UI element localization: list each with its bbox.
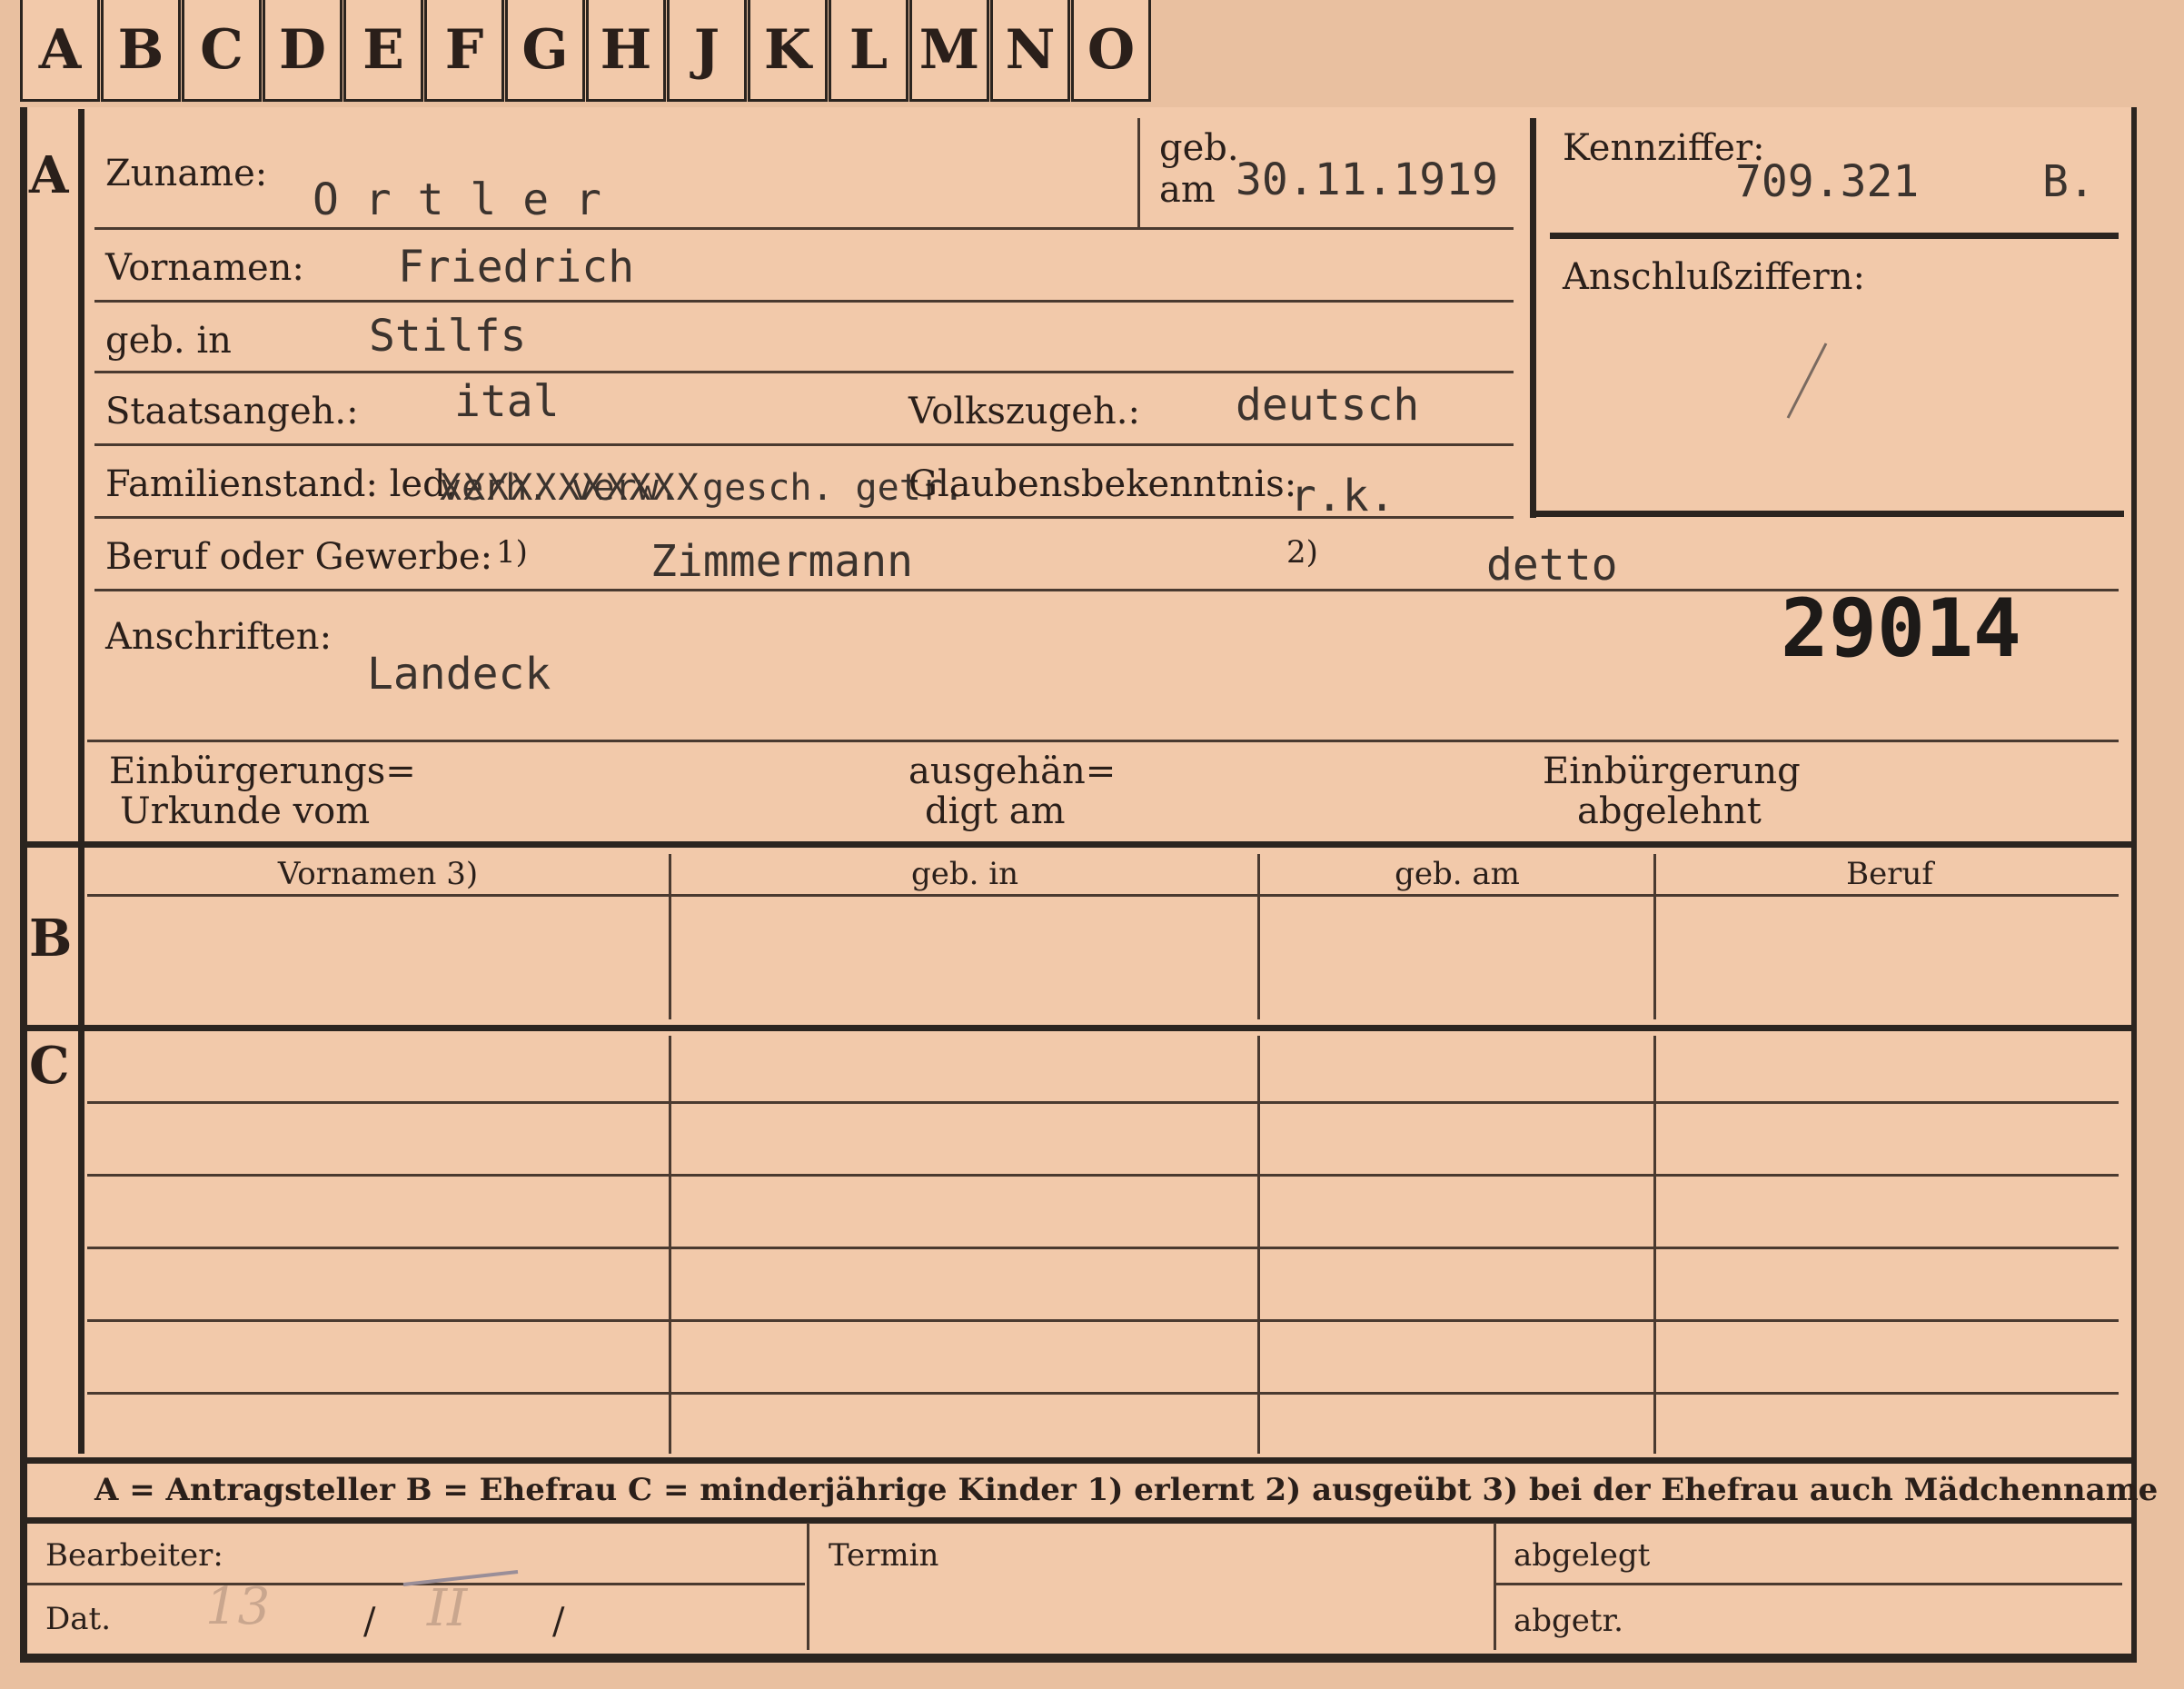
beruf-label: Beruf oder Gewerbe:	[105, 536, 493, 578]
einbuergerung-abgelehnt-label-1: Einbürgerung	[1543, 750, 1801, 792]
volkszugehoerigkeit-label: Volkszugeh.:	[908, 391, 1140, 432]
dat-label: Dat.	[45, 1601, 112, 1637]
row-line	[94, 516, 1514, 519]
tab-c: C	[182, 0, 262, 102]
tab-e: E	[343, 0, 423, 102]
kennziffer-box-bottom	[1530, 511, 2124, 517]
strikeout-x: XXXXXXXXXXX	[440, 467, 700, 509]
pencil-underline-icon	[402, 1570, 519, 1586]
bearbeiter-label: Bearbeiter:	[45, 1537, 223, 1574]
row-line	[94, 227, 1514, 230]
beruf-footnote-1: 1)	[496, 534, 528, 571]
familienstand-label: Familienstand: led.	[105, 463, 458, 505]
tab-m: M	[909, 0, 989, 102]
row-line	[1494, 1583, 2122, 1585]
anschriften-value: Landeck	[367, 649, 551, 700]
beruf-ausgeuebt-value: detto	[1486, 540, 1618, 591]
row-line	[87, 1101, 2119, 1104]
einbuergerung-abgelehnt-label-2: abgelehnt	[1577, 790, 1762, 832]
tab-k: K	[748, 0, 828, 102]
abgetr-label: abgetr.	[1514, 1603, 1623, 1639]
legend-bottom-border	[27, 1517, 2131, 1524]
row-line	[94, 300, 1514, 303]
tab-g: G	[505, 0, 585, 102]
kennziffer-box-left	[1530, 118, 1536, 518]
section-letter-b: B	[29, 909, 73, 969]
section-c-separator	[27, 1025, 2131, 1031]
section-column-divider	[78, 109, 84, 1454]
geb-in-label: geb. in	[105, 320, 232, 362]
volkszugehoerigkeit-value: deutsch	[1236, 380, 1420, 431]
beruf-erlernt-value: Zimmermann	[650, 536, 913, 587]
tab-h: H	[586, 0, 666, 102]
col-header-geb-am: geb. am	[1395, 856, 1520, 892]
dat-day: 13	[205, 1577, 271, 1636]
kennziffer-suffix: B.	[2042, 156, 2095, 207]
zuname-label: Zuname:	[105, 153, 268, 194]
geb-in-value: Stilfs	[369, 311, 527, 362]
beruf-footnote-2: 2)	[1286, 534, 1318, 571]
familienstand-struck-options: verh. verw. gesch. getr. XXXXXXXXXXX	[440, 467, 965, 509]
section-letter-a: A	[29, 145, 69, 205]
kennziffer-value: 709.321	[1735, 156, 1920, 207]
einbuergerung-urkunde-label-2: Urkunde vom	[120, 790, 371, 832]
staatsangehoerigkeit-label: Staatsangeh.:	[105, 391, 359, 432]
glaubensbekenntnis-value: r.k.	[1290, 471, 1395, 522]
tab-o: O	[1071, 0, 1151, 102]
col-line	[669, 854, 671, 1019]
row-line	[87, 1174, 2119, 1177]
col-header-geb-in: geb. in	[910, 856, 1019, 892]
geb-am-divider	[1137, 118, 1140, 227]
tab-a: A	[20, 0, 100, 102]
geb-label: geb.	[1159, 127, 1239, 169]
tab-f: F	[424, 0, 504, 102]
col-line	[1257, 854, 1260, 1019]
legend-top-border	[27, 1457, 2131, 1464]
geb-am-value: 30.11.1919	[1236, 154, 1498, 205]
col-header-vornamen: Vornamen 3)	[277, 856, 479, 892]
row-line	[87, 894, 2119, 897]
row-line	[87, 1392, 2119, 1395]
section-letter-c: C	[29, 1036, 70, 1096]
ausgehaendigt-label-2: digt am	[925, 790, 1066, 832]
col-line	[1653, 1036, 1656, 1454]
tab-j: J	[667, 0, 747, 102]
termin-label: Termin	[829, 1537, 939, 1574]
stamp-number: 29014	[1781, 581, 2021, 675]
index-tabs: A B C D E F G H J K L M N O	[20, 0, 1157, 109]
dat-separator-1: /	[363, 1601, 376, 1643]
pencil-mark-icon	[1786, 343, 1828, 419]
anschriften-label: Anschriften:	[105, 616, 333, 658]
col-line	[1653, 854, 1656, 1019]
legend-text: A = Antragsteller B = Ehefrau C = minder…	[94, 1472, 2159, 1508]
staatsangehoerigkeit-value: ital	[454, 376, 560, 427]
row-line	[87, 1247, 2119, 1249]
abgelegt-label: abgelegt	[1514, 1537, 1651, 1574]
tab-b: B	[101, 0, 181, 102]
row-line	[94, 443, 1514, 446]
tab-n: N	[990, 0, 1070, 102]
einbuergerung-urkunde-label-1: Einbürgerungs=	[109, 750, 416, 792]
ausgehaendigt-label-1: ausgehän=	[908, 750, 1117, 792]
col-line	[669, 1036, 671, 1454]
am-label: am	[1159, 169, 1216, 211]
col-line	[1494, 1523, 1496, 1650]
row-line	[87, 740, 2119, 742]
zuname-value: O r t l e r	[313, 174, 601, 225]
col-header-beruf: Beruf	[1846, 856, 1933, 892]
tab-d: D	[263, 0, 342, 102]
glaubensbekenntnis-label: Glaubensbekenntnis:	[908, 463, 1297, 505]
col-line	[1257, 1036, 1260, 1454]
anschlussziffern-label: Anschlußziffern:	[1563, 256, 1865, 298]
kennziffer-divider	[1550, 233, 2119, 239]
section-b-separator	[27, 841, 2131, 848]
vornamen-label: Vornamen:	[105, 247, 304, 289]
row-line	[94, 371, 1514, 373]
row-line	[87, 1319, 2119, 1322]
col-line	[807, 1523, 809, 1650]
vornamen-value: Friedrich	[398, 242, 635, 293]
tab-l: L	[829, 0, 908, 102]
dat-separator-2: /	[552, 1601, 565, 1643]
